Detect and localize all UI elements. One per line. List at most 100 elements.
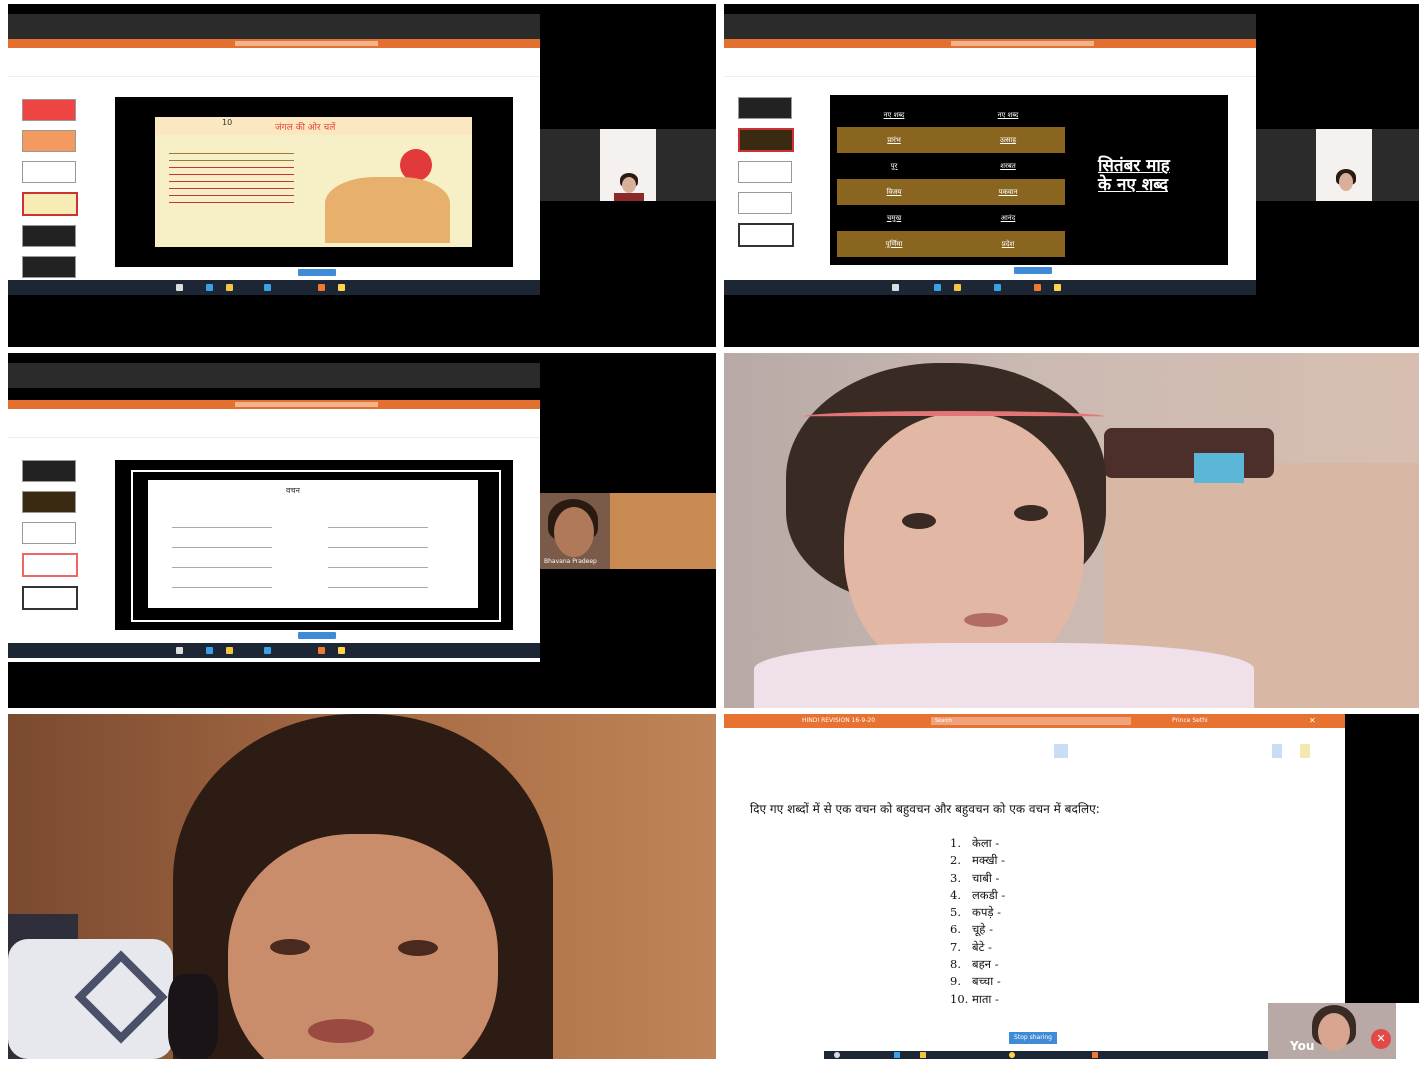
taskbar [724,280,1256,295]
stop-sharing-button[interactable] [298,632,336,639]
slide-thumb[interactable] [22,491,76,513]
search-icon[interactable] [892,284,899,291]
slide-thumb[interactable] [22,460,76,482]
ribbon-icon[interactable] [1272,744,1282,758]
list-item: 8. बहन - [950,957,999,972]
list-item: 1. केला - [950,836,1000,850]
word-list: 1. केला - 2. मक्खी - 3. चाबी - 4. लकडी - 5. क… [950,835,1005,1008]
table-header: नए शब्द [997,110,1019,119]
headband [804,411,1104,422]
mouth [308,1019,374,1043]
participant-video [600,129,656,201]
table-header: नए शब्द [883,110,905,119]
slide-thumb[interactable] [738,97,792,119]
new-words-table: नए शब्द नए शब्द प्रारंभ उत्साह पुर शरबत … [837,103,1065,257]
edge-icon[interactable] [206,284,213,291]
window-titlebar [8,39,540,48]
worksheet: वचन [148,480,478,608]
search-box[interactable]: Search [931,717,1131,725]
you-label: You [1290,1039,1315,1053]
folder-icon[interactable] [954,284,961,291]
close-icon[interactable]: ✕ [1309,714,1316,728]
mic-off-icon[interactable]: ✕ [1371,1029,1391,1049]
slide-thumb[interactable] [22,225,76,247]
document-ribbon [724,728,1345,788]
eye [398,940,438,956]
edge-icon[interactable] [894,1052,900,1058]
table-row: विजय पकवान [837,179,1065,205]
slide-thumbnails [22,460,78,619]
list-item: 10. माता - [950,991,999,1006]
video-tile-2[interactable]: नए शब्द नए शब्द प्रारंभ उत्साह पुर शरबत … [724,4,1419,347]
stop-sharing-button[interactable] [1014,267,1052,274]
ribbon-icon[interactable] [1300,744,1310,758]
document-title: HINDI REVISION 16-9-20 [802,717,876,724]
ribbon-icon[interactable] [1054,744,1068,758]
slide-thumb[interactable] [22,586,78,610]
search-icon[interactable] [176,647,183,654]
video-tile-3[interactable]: वचन Bhavana Pradeep [8,353,716,708]
search-box[interactable] [235,41,378,46]
self-view: You ✕ [1268,1003,1396,1059]
edge-icon[interactable] [206,647,213,654]
slide-thumb-selected[interactable] [22,192,78,216]
chrome-icon[interactable] [338,284,345,291]
instruction-text: दिए गए शब्दों में से एक वचन को बहुवचन और… [750,802,1100,816]
mouth [964,613,1008,627]
folder-icon[interactable] [226,284,233,291]
window-titlebar [8,400,540,409]
app-icon[interactable] [1092,1052,1098,1058]
app-icon[interactable] [318,647,325,654]
folder-icon[interactable] [920,1052,926,1058]
slide-thumb[interactable] [22,99,76,121]
chrome-icon[interactable] [1009,1052,1015,1058]
poem-text [169,147,294,237]
slide-thumb[interactable] [22,522,76,544]
table-header-row: नए शब्द नए शब्द [837,103,1065,127]
mail-icon[interactable] [264,284,271,291]
mail-icon[interactable] [994,284,1001,291]
eye [902,513,936,529]
table-row: पुर शरबत [890,161,1016,170]
taskbar [8,643,540,658]
shared-screen-3: वचन [8,400,540,662]
document-titlebar: HINDI REVISION 16-9-20 Search Prince Set… [724,714,1345,728]
ribbon [724,48,1256,77]
folder-icon[interactable] [226,647,233,654]
video-tile-6[interactable]: HINDI REVISION 16-9-20 Search Prince Set… [724,714,1419,1059]
slide-thumb[interactable] [22,256,76,278]
user-name: Prince Sethi [1172,717,1208,724]
slide-thumb[interactable] [738,161,792,183]
slide-thumb[interactable] [738,223,794,247]
chrome-icon[interactable] [338,647,345,654]
ribbon [8,48,540,77]
search-box[interactable] [235,402,378,407]
edge-icon[interactable] [934,284,941,291]
app-icon[interactable] [318,284,325,291]
taskbar: 16-09-2020 [824,1051,1345,1059]
participant-name: Bhavana Pradeep [544,558,597,565]
top-band [8,14,540,39]
slide-thumbnails [738,97,794,256]
slide-thumb[interactable] [738,192,792,214]
stop-sharing-button[interactable] [298,269,336,276]
list-item: 9. बच्चा - [950,974,1001,989]
video-tile-1[interactable]: 10 जंगल की ओर चलें [8,4,716,347]
video-tile-4[interactable] [724,353,1419,708]
table-row: प्रारंभ उत्साह [837,127,1065,153]
shared-screen-2: नए शब्द नए शब्द प्रारंभ उत्साह पुर शरबत … [724,39,1256,295]
search-icon[interactable] [834,1052,840,1058]
stop-sharing-button[interactable]: Stop sharing [1009,1032,1057,1044]
slide-thumb[interactable] [22,161,76,183]
app-icon[interactable] [1034,284,1041,291]
search-icon[interactable] [176,284,183,291]
top-band [8,363,540,388]
slide-thumb-selected[interactable] [738,128,794,152]
chrome-icon[interactable] [1054,284,1061,291]
mail-icon[interactable] [264,647,271,654]
slide-thumb-selected[interactable] [22,553,78,577]
page-number: 10 [222,118,233,127]
video-tile-5[interactable] [8,714,716,1059]
slide-thumb[interactable] [22,130,76,152]
search-box[interactable] [951,41,1094,46]
